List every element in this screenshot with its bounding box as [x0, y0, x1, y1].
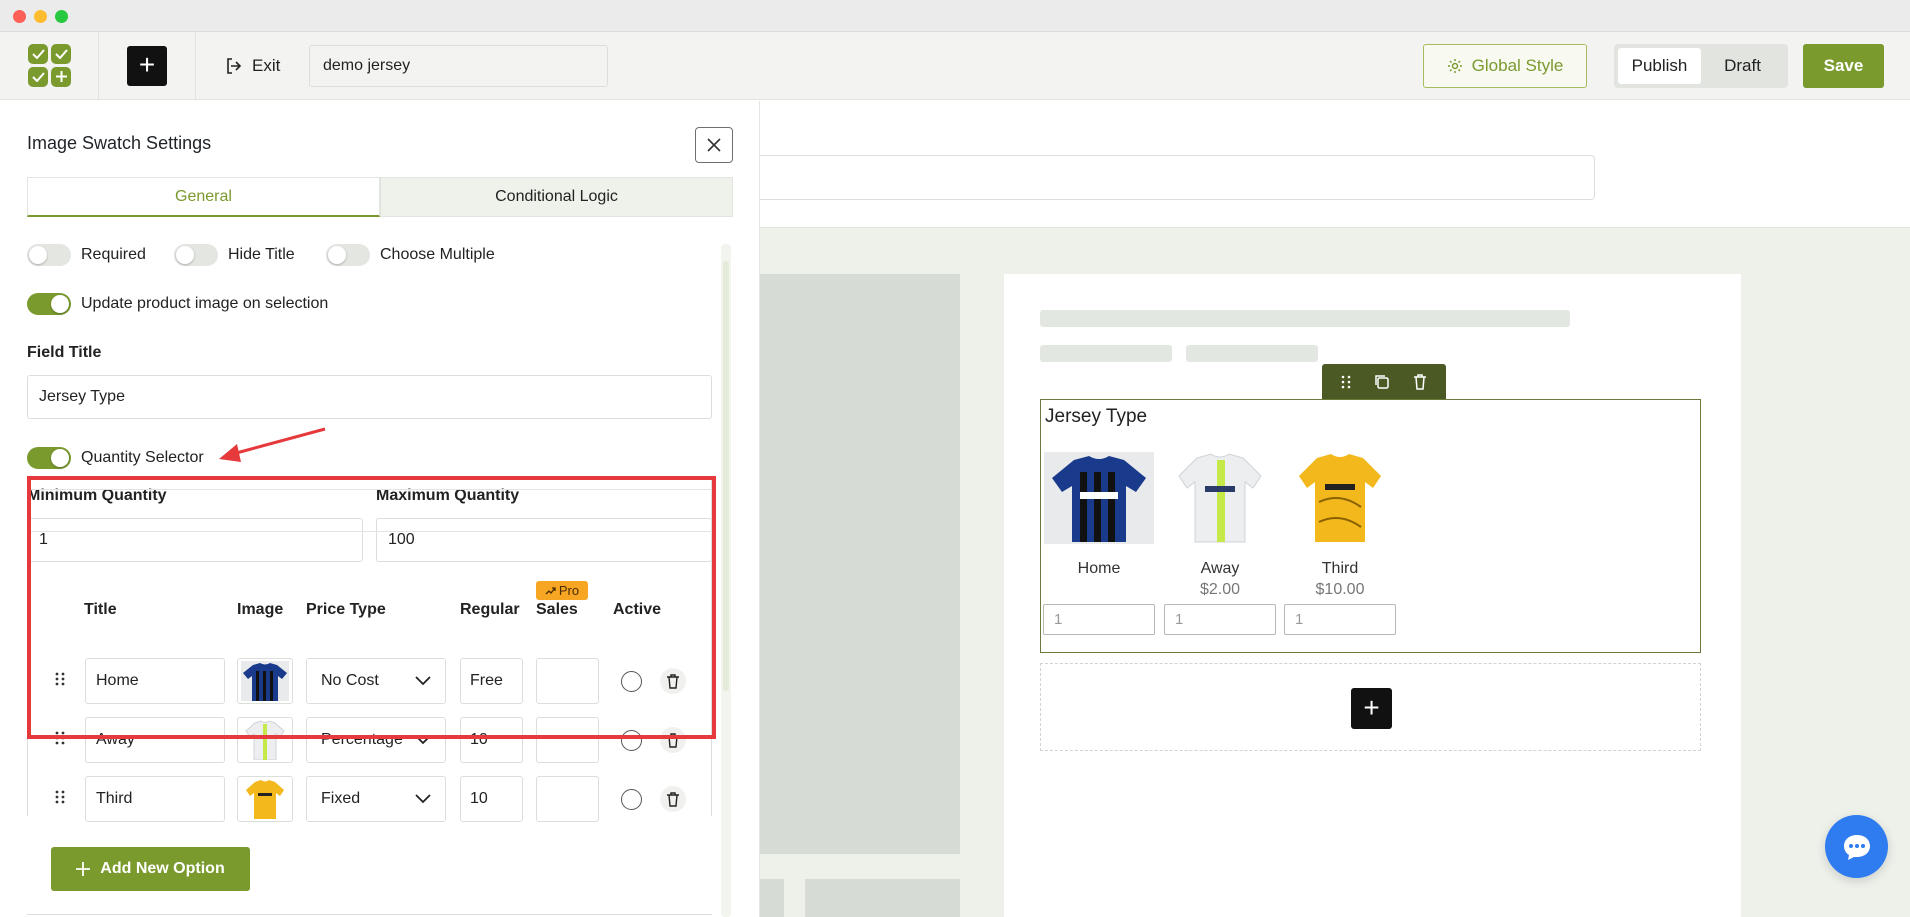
thumbnail-placeholder — [805, 879, 960, 917]
hide-title-toggle-row[interactable]: Hide Title — [174, 244, 295, 266]
regular-price-input[interactable]: 10 — [460, 776, 523, 822]
text-placeholder — [1040, 310, 1570, 327]
choose-multiple-label: Choose Multiple — [380, 246, 495, 263]
annotation-arrow-icon — [219, 427, 326, 462]
field-action-toolbar — [1322, 364, 1446, 400]
text-placeholder — [1186, 345, 1318, 362]
swatch-qty-input[interactable]: 1 — [1284, 604, 1396, 635]
chevron-down-icon — [415, 794, 431, 804]
swatch-away[interactable]: Away $2.00 1 — [1164, 450, 1276, 635]
swatch-price: $10.00 — [1315, 581, 1365, 598]
panel-title: Image Swatch Settings — [27, 133, 212, 153]
swatch-home[interactable]: Home 1 — [1043, 450, 1155, 635]
sales-price-input[interactable] — [536, 776, 599, 822]
update-image-label: Update product image on selection — [81, 295, 329, 312]
divider — [195, 32, 196, 100]
swatch-third[interactable]: Third $10.00 1 — [1284, 450, 1396, 635]
drag-handle-icon[interactable] — [55, 789, 65, 805]
quantity-selector-label: Quantity Selector — [81, 449, 204, 466]
field-title: Jersey Type — [1045, 406, 1148, 427]
jersey-away-image — [1164, 450, 1276, 546]
close-icon — [707, 138, 721, 152]
field-title-label: Field Title — [27, 344, 102, 361]
swatch-qty-input[interactable]: 1 — [1043, 604, 1155, 635]
divider — [27, 914, 712, 915]
builder-canvas: Jersey Type Home 1 Away $2.00 1 Third $1… — [760, 101, 1910, 917]
choose-multiple-toggle[interactable] — [326, 244, 370, 266]
maximize-window-button[interactable] — [55, 10, 68, 23]
close-panel-button[interactable] — [695, 127, 733, 163]
product-image-placeholder — [760, 274, 960, 854]
add-field-button[interactable]: + — [1351, 688, 1392, 729]
exit-label: Exit — [252, 56, 281, 75]
image-swatch-field-preview[interactable]: Jersey Type Home 1 Away $2.00 1 Third $1… — [1040, 399, 1701, 653]
divider — [98, 32, 99, 100]
annotation-highlight-box — [27, 476, 716, 739]
canvas-header-area — [760, 101, 1910, 228]
required-toggle-row[interactable]: Required — [27, 244, 146, 266]
quantity-selector-toggle[interactable] — [27, 447, 71, 469]
add-new-option-button[interactable]: Add New Option — [51, 847, 250, 891]
window-titlebar — [0, 0, 1910, 32]
chat-icon — [1843, 834, 1870, 860]
tab-conditional-logic[interactable]: Conditional Logic — [380, 177, 733, 217]
swatch-price — [1043, 581, 1155, 600]
save-button[interactable]: Save — [1803, 44, 1884, 88]
chat-support-button[interactable] — [1825, 815, 1888, 878]
swatch-qty-input[interactable]: 1 — [1164, 604, 1276, 635]
publish-draft-toggle: Publish Draft — [1614, 44, 1788, 88]
delete-icon[interactable] — [1412, 373, 1428, 391]
option-image-picker[interactable] — [237, 776, 293, 822]
update-image-toggle-row[interactable]: Update product image on selection — [27, 293, 328, 315]
jersey-third-image — [1284, 450, 1396, 546]
global-style-button[interactable]: Global Style — [1423, 44, 1587, 88]
required-label: Required — [81, 246, 146, 263]
swatch-name: Home — [1077, 560, 1121, 577]
swatch-name: Third — [1321, 560, 1359, 577]
required-toggle[interactable] — [27, 244, 71, 266]
option-row: Third Fixed 10 — [0, 776, 760, 822]
add-new-option-label: Add New Option — [100, 860, 225, 877]
document-name-input[interactable]: demo jersey — [309, 45, 608, 87]
choose-multiple-toggle-row[interactable]: Choose Multiple — [326, 244, 495, 266]
swatch-name: Away — [1200, 560, 1240, 577]
settings-tabs: General Conditional Logic — [27, 177, 733, 217]
hide-title-toggle[interactable] — [174, 244, 218, 266]
publish-option[interactable]: Publish — [1618, 48, 1701, 84]
gear-icon — [1447, 59, 1462, 73]
trash-icon — [667, 792, 679, 807]
duplicate-icon[interactable] — [1373, 373, 1391, 391]
add-field-dropzone: + — [1040, 663, 1701, 751]
price-type-value: Fixed — [321, 790, 361, 807]
swatch-price: $2.00 — [1199, 581, 1241, 598]
tab-general[interactable]: General — [27, 177, 380, 217]
plus-icon — [76, 862, 91, 876]
drag-handle-icon[interactable] — [1340, 375, 1352, 389]
option-title-input[interactable]: Third — [85, 776, 225, 822]
jersey-home-image — [1043, 450, 1155, 546]
close-window-button[interactable] — [13, 10, 26, 23]
add-element-button[interactable]: + — [127, 46, 167, 86]
minimize-window-button[interactable] — [34, 10, 47, 23]
price-type-select[interactable]: Fixed — [306, 776, 446, 822]
update-image-toggle[interactable] — [27, 293, 71, 315]
canvas-header-input[interactable] — [760, 155, 1595, 200]
jersey-third-thumbnail — [246, 780, 284, 819]
exit-button[interactable]: Exit — [224, 54, 280, 78]
panel-scroll-thumb[interactable] — [723, 261, 729, 691]
thumbnail-placeholder — [760, 879, 784, 917]
draft-option[interactable]: Draft — [1701, 48, 1784, 84]
app-logo-icon — [28, 44, 72, 88]
exit-icon — [227, 58, 242, 74]
global-style-label: Global Style — [1471, 56, 1564, 75]
delete-option-button[interactable] — [660, 786, 686, 812]
hide-title-label: Hide Title — [228, 246, 295, 263]
active-radio[interactable] — [621, 789, 642, 810]
top-toolbar: + Exit demo jersey Global Style Publish … — [0, 32, 1910, 100]
field-title-input[interactable]: Jersey Type — [27, 375, 712, 419]
text-placeholder — [1040, 345, 1172, 362]
quantity-selector-toggle-row[interactable]: Quantity Selector — [27, 447, 204, 469]
